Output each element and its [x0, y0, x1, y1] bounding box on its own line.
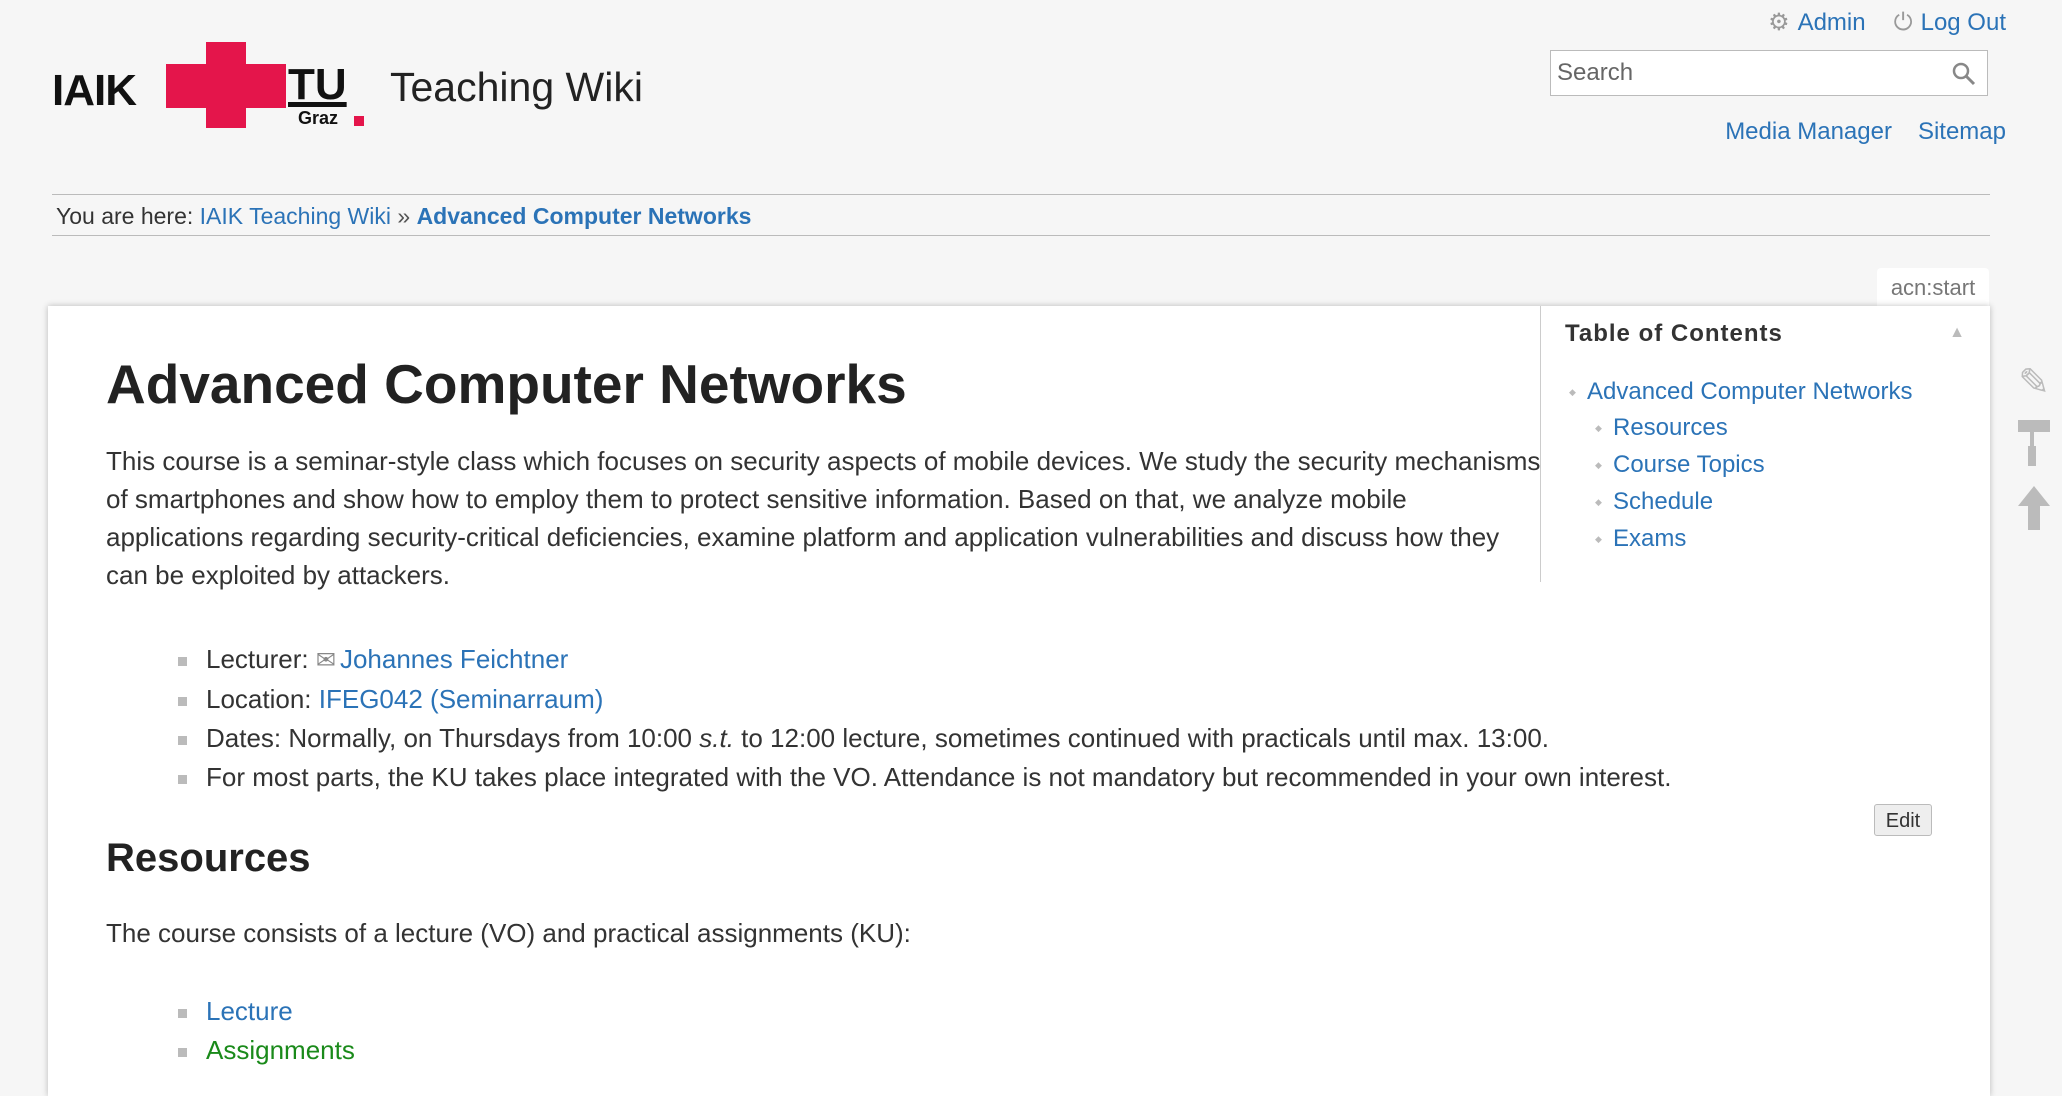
dates-prefix: Dates: Normally, on Thursdays from 10:00 — [206, 723, 700, 753]
lecturer-email-link[interactable]: Johannes Feichtner — [340, 644, 568, 674]
toc-item-advanced-computer-networks[interactable]: Advanced Computer Networks — [1569, 378, 1913, 406]
list-item-dates: Dates: Normally, on Thursdays from 10:00… — [178, 719, 1671, 758]
breadcrumb-item-current[interactable]: Advanced Computer Networks — [417, 203, 752, 229]
resources-heading: Resources — [106, 836, 311, 880]
list-item-location: Location: IFEG042 (Seminarraum) — [178, 680, 1671, 719]
logo-shape — [166, 64, 206, 108]
logo-text-iaik: IAIK — [52, 66, 137, 115]
table-of-contents: Table of Contents ▲ Advanced Computer Ne… — [1540, 306, 1991, 582]
arrow-up-icon[interactable] — [2014, 484, 2054, 542]
location-label: Location: — [206, 684, 312, 714]
mail-icon: ✉ — [315, 647, 336, 674]
dates-suffix: to 12:00 lecture, sometimes continued wi… — [733, 723, 1549, 753]
logo-text-tu: TU — [288, 60, 347, 109]
list-item-lecture: Lecture — [178, 992, 355, 1031]
lecture-link[interactable]: Lecture — [206, 996, 293, 1026]
edit-section-button[interactable]: Edit — [1874, 804, 1932, 836]
paint-roller-icon[interactable] — [2014, 418, 2054, 478]
power-icon: ⏻ — [1893, 8, 1913, 36]
pencil-icon[interactable]: ✎ — [2014, 360, 2054, 405]
logo-shape — [206, 42, 246, 86]
page-content: Advanced Computer Networks This course i… — [48, 306, 1990, 1096]
logo-shape — [246, 64, 286, 108]
lecturer-label: Lecturer: — [206, 644, 309, 674]
toc-title: Table of Contents — [1565, 320, 1783, 347]
site-title[interactable]: Teaching Wiki — [390, 64, 643, 111]
assignments-link[interactable]: Assignments — [206, 1035, 355, 1065]
user-tools: ⚙ Admin ⏻ Log Out — [1768, 8, 2006, 37]
logo-shape — [354, 116, 364, 126]
search-icon[interactable] — [1947, 57, 1981, 91]
search-input[interactable] — [1551, 51, 1943, 95]
resources-intro: The course consists of a lecture (VO) an… — [106, 918, 911, 948]
toc-item-course-topics[interactable]: Course Topics — [1595, 451, 1765, 479]
admin-link[interactable]: ⚙ Admin — [1768, 8, 1866, 37]
intro-paragraph: This course is a seminar-style class whi… — [106, 446, 1541, 590]
sitemap-link[interactable]: Sitemap — [1918, 118, 2006, 146]
toc-item-exams[interactable]: Exams — [1595, 525, 1686, 553]
resources-list: Lecture Assignments — [178, 992, 355, 1070]
logo-shape — [206, 86, 246, 128]
page-title: Advanced Computer Networks — [106, 353, 907, 415]
logo-text-graz: Graz — [298, 108, 339, 128]
admin-label: Admin — [1797, 8, 1866, 36]
breadcrumb-separator: » — [397, 203, 411, 229]
site-logo[interactable]: IAIK TU Graz — [48, 38, 388, 130]
list-item-assignments: Assignments — [178, 1031, 355, 1070]
site-tools: Media Manager Sitemap — [1725, 118, 2006, 146]
search-box — [1550, 50, 1988, 96]
breadcrumb-item-home[interactable]: IAIK Teaching Wiki — [200, 203, 391, 229]
course-info-list: Lecturer: ✉ Johannes Feichtner Location: … — [178, 640, 1671, 797]
dates-st: s.t. — [699, 723, 734, 753]
page-id: acn:start — [1877, 268, 1989, 308]
list-item-lecturer: Lecturer: ✉ Johannes Feichtner — [178, 640, 1671, 680]
location-link[interactable]: IFEG042 (Seminarraum) — [319, 684, 604, 714]
toc-collapse-icon[interactable]: ▲ — [1949, 324, 1965, 342]
logout-label: Log Out — [1920, 8, 2006, 36]
media-manager-link[interactable]: Media Manager — [1725, 118, 1892, 146]
list-item-ku-note: For most parts, the KU takes place integ… — [178, 758, 1671, 797]
ku-note: For most parts, the KU takes place integ… — [206, 762, 1672, 792]
logout-link[interactable]: ⏻ Log Out — [1894, 9, 2006, 37]
gear-icon: ⚙ — [1768, 9, 1790, 36]
breadcrumb: You are here: IAIK Teaching Wiki » Advan… — [52, 194, 1990, 236]
breadcrumb-prefix: You are here: — [56, 203, 194, 229]
toc-item-resources[interactable]: Resources — [1595, 414, 1728, 442]
toc-item-schedule[interactable]: Schedule — [1595, 488, 1713, 516]
